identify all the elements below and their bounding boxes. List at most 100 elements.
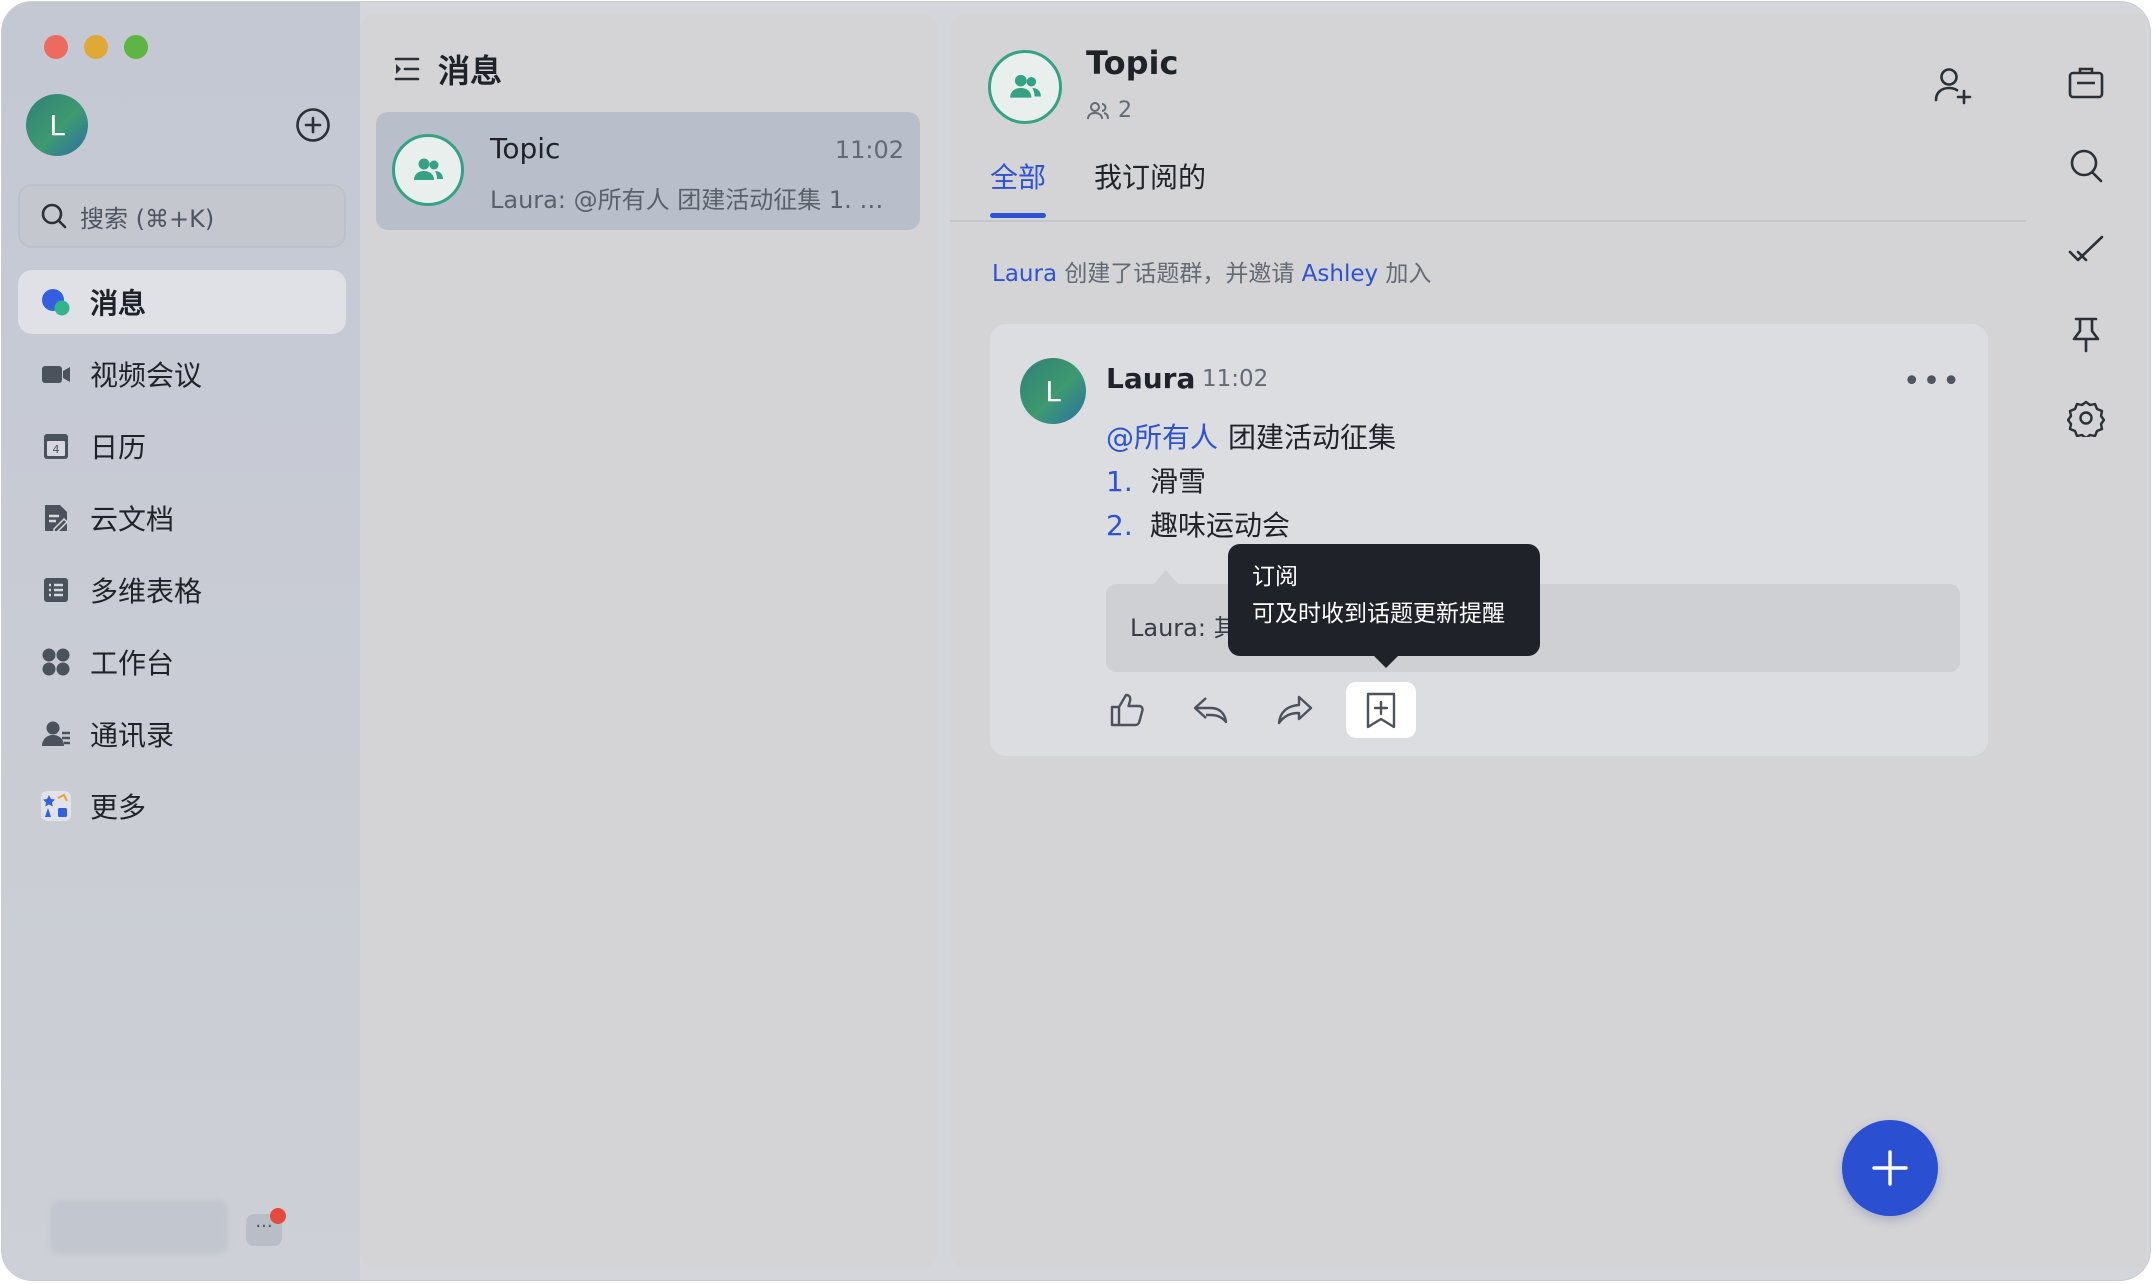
message-text: @所有人 团建活动征集 [1106,416,1396,456]
sidebar-item-more[interactable]: 更多 [18,774,346,838]
cloud-doc-icon [40,502,72,534]
conversation-tabs: 全部 我订阅的 [990,156,1206,218]
chat-item-topic[interactable]: Topic 11:02 Laura: @所有人 团建活动征集 1. 滑雪 2. … [376,112,920,230]
tooltip-arrow [1374,656,1398,668]
tooltip-description: 可及时收到话题更新提醒 [1252,601,1505,627]
status-area[interactable] [50,1200,228,1254]
list-text: 滑雪 [1150,465,1207,498]
search-icon [41,203,67,229]
close-window-button[interactable] [44,35,68,59]
message-icon [40,286,72,318]
chat-list-title: 消息 [438,52,503,90]
conversation-panel: Topic 2 全部 我订阅的 Laura 创建了话题群，并邀请 Ashley … [950,14,2146,1268]
sidebar-item-label: 日历 [90,431,147,464]
settings-button[interactable] [2066,398,2106,438]
minimize-window-button[interactable] [84,35,108,59]
contacts-icon [40,718,72,750]
sidebar-item-label: 更多 [90,791,147,824]
reply-icon [1193,697,1228,724]
reply-caret [1154,570,1178,584]
group-icon [1010,74,1041,98]
sidebar-item-label: 工作台 [90,647,175,680]
subscribe-button[interactable] [1346,682,1416,738]
tab-subscribed[interactable]: 我订阅的 [1094,156,1206,218]
forward-icon [1277,695,1313,725]
pin-button[interactable] [2066,314,2106,354]
search-chat-button[interactable] [2066,146,2106,186]
sidebar-item-workplace[interactable]: 工作台 [18,630,346,694]
system-message: Laura 创建了话题群，并邀请 Ashley 加入 [992,254,1431,288]
tasks-button[interactable] [2066,230,2106,270]
plus-circle-icon [296,108,330,142]
message-author[interactable]: Laura [1106,362,1195,395]
video-icon [40,358,72,390]
more-apps-icon [40,790,72,822]
mention-all[interactable]: @所有人 [1106,421,1218,454]
sidebar-item-label: 消息 [90,287,147,320]
creator-name[interactable]: Laura [992,261,1057,287]
tab-all[interactable]: 全部 [990,156,1047,218]
sidebar-item-label: 视频会议 [90,359,203,392]
search-box[interactable]: 搜索 (⌘+K) [18,184,346,248]
chat-list-header: 消息 [392,46,502,92]
sidebar: L 搜索 (⌘+K) 消息 视频会议 4 日历 云文档 多维表格 工作台 通讯录… [2,2,360,1280]
tooltip-title: 订阅 [1252,564,1298,590]
svg-text:4: 4 [53,443,60,456]
system-text-end: 加入 [1378,261,1432,287]
list-item: 1. 滑雪 [1106,460,1206,500]
system-text: 创建了话题群，并邀请 [1057,261,1302,287]
message-actions [1106,682,1416,738]
add-member-button[interactable] [1932,64,1974,106]
pin-icon [2072,317,2100,353]
search-placeholder: 搜索 (⌘+K) [80,204,215,233]
tab-divider [950,220,2026,222]
sidebar-item-label: 云文档 [90,503,175,536]
like-button[interactable] [1106,689,1148,731]
sidebar-item-calendar[interactable]: 4 日历 [18,414,346,478]
toggle-sidebar-icon[interactable] [392,54,422,84]
sidebar-item-video-meeting[interactable]: 视频会议 [18,342,346,406]
sidebar-item-label: 通讯录 [90,719,175,752]
group-icon [414,158,443,180]
gear-icon [2067,400,2105,437]
group-avatar [392,134,464,206]
table-icon [40,574,72,606]
member-count-value: 2 [1118,98,1132,123]
list-number: 2. [1106,509,1133,542]
sidebar-item-cloud-docs[interactable]: 云文档 [18,486,346,550]
app-window: L 搜索 (⌘+K) 消息 视频会议 4 日历 云文档 多维表格 工作台 通讯录… [2,2,2150,1280]
message-time: 11:02 [1202,366,1269,392]
add-user-icon [1934,68,1972,105]
search-icon [2070,149,2103,183]
list-item: 2. 趣味运动会 [1106,504,1290,544]
message-title: 团建活动征集 [1228,421,1397,454]
list-text: 趣味运动会 [1150,509,1291,542]
reply-button[interactable] [1190,689,1232,731]
more-options-button[interactable]: ••• [1903,364,1962,399]
avatar[interactable]: L [1020,358,1086,424]
sidebar-nav: 消息 视频会议 4 日历 云文档 多维表格 工作台 通讯录 更多 [18,270,346,846]
create-button[interactable] [294,106,332,144]
workplace-icon [40,646,72,678]
forward-button[interactable] [1274,689,1316,731]
list-number: 1. [1106,465,1133,498]
chat-preview: Laura: @所有人 团建活动征集 1. 滑雪 2. 趣味运动会 [490,186,900,214]
chat-name: Topic [490,132,561,165]
sidebar-item-bitable[interactable]: 多维表格 [18,558,346,622]
briefcase-icon [2068,67,2104,99]
member-count[interactable]: 2 [1086,98,1132,123]
new-topic-button[interactable] [1842,1120,1938,1216]
zoom-window-button[interactable] [124,35,148,59]
calendar-icon: 4 [40,430,72,462]
check-icon [2068,235,2104,262]
invitee-name[interactable]: Ashley [1302,261,1378,287]
members-icon [1087,101,1109,119]
sidebar-item-label: 多维表格 [90,575,203,608]
bookmark-add-icon [1366,692,1396,729]
avatar[interactable]: L [26,94,88,156]
group-avatar[interactable] [988,50,1062,124]
sidebar-item-messages[interactable]: 消息 [18,270,346,334]
chat-list-panel: 消息 Topic 11:02 Laura: @所有人 团建活动征集 1. 滑雪 … [360,14,938,1268]
chat-info-button[interactable] [2066,62,2106,102]
sidebar-item-contacts[interactable]: 通讯录 [18,702,346,766]
